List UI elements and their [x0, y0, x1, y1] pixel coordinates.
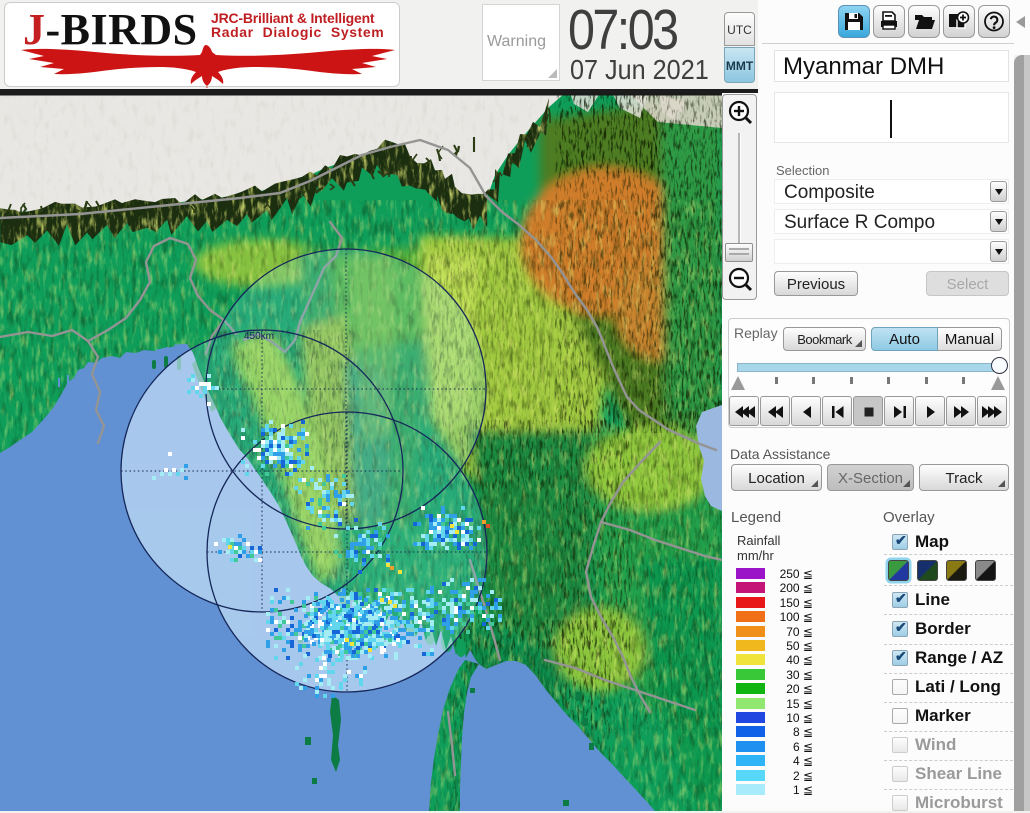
svg-text:450km: 450km — [244, 331, 274, 342]
